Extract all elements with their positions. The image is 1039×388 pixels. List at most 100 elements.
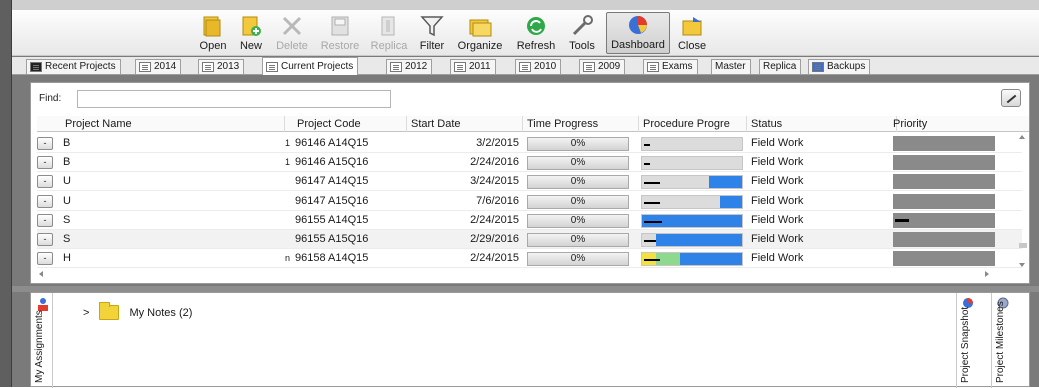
priority-bar [893, 136, 995, 151]
tab-project-snapshot[interactable]: Project Snapshot [956, 293, 978, 388]
column-header-project-code[interactable]: Project Code [293, 116, 407, 132]
row-expand-button[interactable]: - [37, 137, 53, 150]
project-name-cell: U [63, 175, 71, 188]
start-date-cell: 2/24/2015 [470, 252, 519, 265]
list-icon [202, 62, 214, 72]
list-icon [266, 61, 278, 72]
vertical-scrollbar[interactable] [1017, 133, 1027, 271]
dashboard-button[interactable]: Dashboard [606, 12, 670, 54]
organize-button[interactable]: Organize [454, 12, 506, 54]
start-date-cell: 2/24/2016 [470, 156, 519, 169]
tools-button[interactable]: Tools [565, 12, 599, 54]
table-row[interactable]: - B 1 96146 A14Q15 3/2/2015 0% Field Work [37, 134, 1022, 153]
column-header-time-progress[interactable]: Time Progress [523, 116, 639, 132]
new-label: New [239, 40, 262, 52]
table-row[interactable]: - U 96147 A14Q15 3/24/2015 0% Field Work [37, 172, 1022, 192]
tab-label: Recent Projects [45, 61, 116, 72]
horizontal-scrollbar[interactable] [37, 269, 1019, 279]
project-code-cell: 96155 A14Q15 [295, 213, 369, 226]
tab-2012[interactable]: 2012 [386, 59, 433, 74]
priority-bar [893, 193, 995, 209]
project-name-cell: S [63, 213, 71, 226]
tab-label: Exams [662, 61, 693, 72]
bottom-panel: My Assignments > My Notes (2) Project Sn… [30, 292, 1030, 388]
tab-2014[interactable]: 2014 [135, 59, 182, 74]
procedure-progress-bar [641, 156, 743, 171]
restore-button[interactable]: Restore [317, 12, 363, 54]
replica-button[interactable]: Replica [368, 12, 410, 54]
table-row[interactable]: - S 96155 A14Q15 2/24/2015 0% Field Work [37, 211, 1022, 230]
status-cell: Field Work [751, 233, 804, 245]
tab-2013[interactable]: 2013 [198, 59, 245, 74]
column-header-project-name[interactable]: Project Name [61, 116, 285, 132]
list-icon [583, 62, 595, 72]
recent-icon [30, 62, 42, 72]
my-notes-label: My Notes (2) [129, 306, 193, 319]
replica-label: Replica [370, 40, 408, 52]
open-button[interactable]: Open [195, 12, 231, 54]
column-header-procedure-progress[interactable]: Procedure Progre [639, 116, 747, 132]
procedure-progress-bar [641, 175, 743, 190]
window-top-edge [12, 0, 1039, 10]
tab-master[interactable]: Master [711, 59, 751, 74]
row-expand-button[interactable]: - [37, 194, 53, 208]
my-notes-node[interactable]: > My Notes (2) [83, 302, 193, 320]
pie-chart-icon [625, 13, 651, 37]
delete-x-icon [279, 14, 305, 38]
row-expand-button[interactable]: - [37, 252, 53, 266]
column-header-priority[interactable]: Priority [889, 116, 1029, 132]
delete-button[interactable]: Delete [272, 12, 312, 54]
find-label: Find: [39, 93, 62, 104]
row-expand-button[interactable]: - [37, 233, 53, 246]
tab-current-projects[interactable]: Current Projects [262, 57, 359, 75]
project-name-overflow [285, 192, 293, 211]
refresh-button[interactable]: Refresh [512, 12, 560, 54]
tab-2011[interactable]: 2011 [450, 59, 496, 74]
toolbar: Open New Delete Restore Replica Filter O… [12, 10, 1039, 56]
tab-label: Master [715, 61, 746, 72]
wrench-icon [569, 14, 595, 38]
project-code-cell: 96146 A14Q15 [295, 137, 369, 149]
row-expand-button[interactable]: - [37, 213, 53, 227]
table-row[interactable]: - U 96147 A15Q16 7/6/2016 0% Field Work [37, 192, 1022, 211]
tab-backups[interactable]: Backups [808, 59, 871, 74]
table-row[interactable]: - B 1 96146 A15Q16 2/24/2016 0% Field Work [37, 153, 1022, 173]
expand-arrow-icon[interactable]: > [83, 307, 89, 319]
dashboard-label: Dashboard [611, 39, 665, 51]
procedure-progress-bar [641, 252, 743, 267]
tab-label: 2014 [154, 61, 177, 72]
tab-recent-projects[interactable]: Recent Projects [26, 59, 121, 74]
edit-pencil-icon[interactable] [1001, 89, 1021, 107]
time-progress-bar: 0% [527, 156, 629, 171]
tab-project-milestones[interactable]: Project Milestones [991, 293, 1013, 388]
refresh-label: Refresh [516, 40, 556, 52]
priority-bar [893, 212, 995, 228]
tab-my-assignments[interactable]: My Assignments [31, 293, 53, 388]
table-row[interactable]: - Hn 96158 A14Q15 2/24/2015 0% Field Work [37, 249, 1022, 269]
tab-exams[interactable]: Exams [643, 59, 698, 74]
project-code-cell: 96158 A14Q15 [295, 252, 369, 265]
list-icon [390, 62, 402, 72]
find-input[interactable] [77, 90, 391, 108]
folder-icon [99, 302, 120, 320]
tab-replica[interactable]: Replica [759, 59, 802, 74]
project-name-cell: B [63, 137, 71, 149]
tab-label: 2013 [217, 61, 240, 72]
assignments-icon [38, 298, 48, 311]
progress-blue-segment [709, 176, 742, 189]
column-header-start-date[interactable]: Start Date [407, 116, 523, 132]
delete-label: Delete [276, 40, 308, 52]
table-row[interactable]: - S 96155 A15Q16 2/29/2016 0% Field Work [37, 230, 1022, 249]
project-name-cell: U [63, 194, 71, 207]
tab-2010[interactable]: 2010 [515, 59, 562, 74]
status-cell: Field Work [751, 213, 804, 226]
new-button[interactable]: New [236, 12, 266, 54]
filter-label: Filter [419, 40, 445, 52]
row-expand-button[interactable]: - [37, 156, 53, 170]
filter-button[interactable]: Filter [416, 12, 448, 54]
row-expand-button[interactable]: - [37, 175, 53, 189]
column-header-status[interactable]: Status [747, 116, 897, 132]
tab-2009[interactable]: 2009 [579, 59, 626, 74]
close-button[interactable]: Close [675, 12, 709, 54]
start-date-cell: 7/6/2016 [476, 194, 519, 207]
